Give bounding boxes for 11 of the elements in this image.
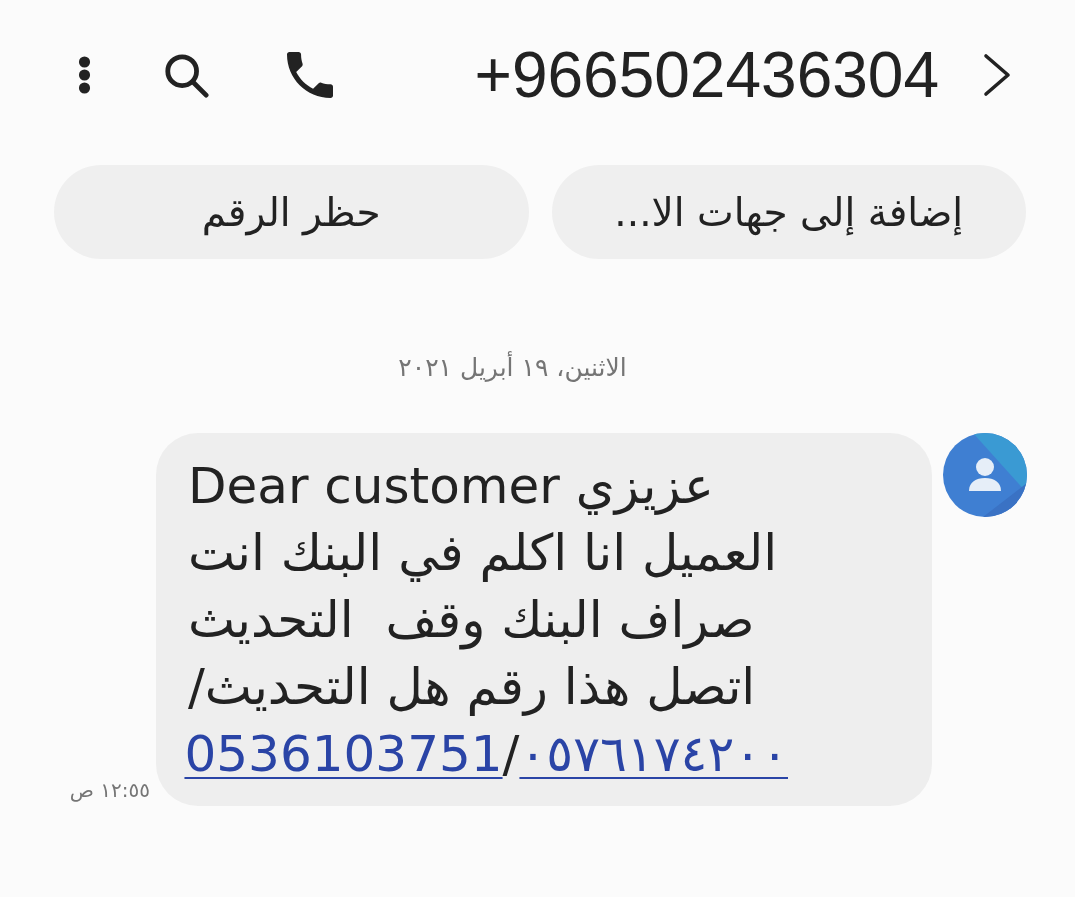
more-icon[interactable] (78, 55, 91, 95)
message-time: ١٢:٥٥ ص (69, 778, 150, 802)
chevron-icon[interactable] (983, 53, 1011, 97)
search-icon[interactable] (163, 52, 209, 98)
action-button[interactable]: حظر الرقم (54, 165, 529, 259)
phone-number-title: +966502436304 (474, 43, 939, 107)
phone-link[interactable]: ٠٥٧٦١٧٤٢٠٠ (519, 725, 788, 783)
phone-icon[interactable] (287, 52, 333, 98)
action-button[interactable]: إضافة إلى جهات الا... (551, 165, 1026, 259)
phone-link[interactable]: 0536103751 (184, 725, 503, 783)
date-label: الاثنين، ١٩ أبريل ٢٠٢١ (397, 353, 628, 383)
